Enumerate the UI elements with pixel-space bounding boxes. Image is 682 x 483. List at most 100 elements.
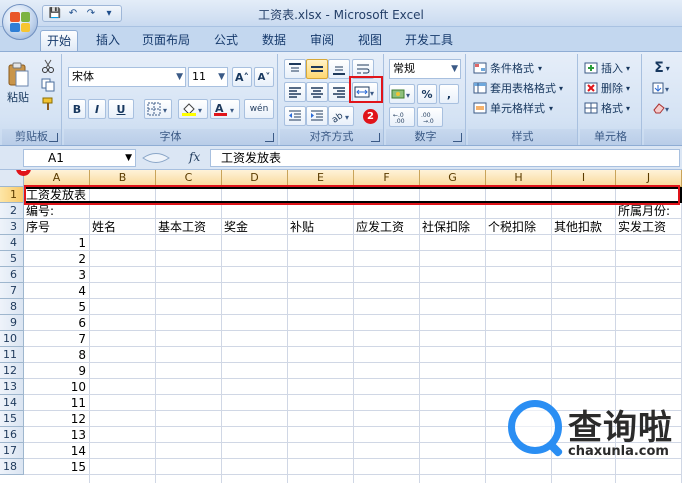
italic-button[interactable]: I	[88, 99, 106, 119]
underline-button[interactable]: U	[108, 99, 134, 119]
copy-icon[interactable]	[38, 76, 58, 93]
align-center-button[interactable]	[306, 82, 328, 102]
insert-cells-button[interactable]: 插入 ▾	[583, 58, 639, 78]
cell-header[interactable]: 基本工资	[158, 219, 221, 235]
align-bottom-button[interactable]	[328, 59, 350, 79]
row-header-13[interactable]: 13	[0, 379, 24, 395]
cell-serial[interactable]: 13	[26, 427, 89, 443]
name-box[interactable]: A1 ▼	[23, 149, 136, 167]
row-header-9[interactable]: 9	[0, 315, 24, 331]
tab-review[interactable]: 审阅	[302, 30, 342, 51]
cell-styles-button[interactable]: 单元格样式 ▾	[472, 98, 574, 118]
cell-serial[interactable]: 5	[26, 299, 89, 315]
format-cells-button[interactable]: 格式 ▾	[583, 98, 639, 118]
increase-decimal-button[interactable]: ←.0.00	[389, 107, 415, 127]
font-name-select[interactable]: 宋体 ▼	[68, 67, 186, 87]
font-color-button[interactable]: A ▾	[210, 99, 240, 119]
row-header-2[interactable]: 2	[0, 203, 24, 219]
tab-data[interactable]: 数据	[254, 30, 294, 51]
increase-indent-button[interactable]	[306, 106, 328, 126]
fill-color-button[interactable]: ▾	[178, 99, 208, 119]
cell-header[interactable]: 补贴	[290, 219, 353, 235]
insert-function-icon[interactable]: fx	[189, 150, 200, 164]
cell-a2[interactable]: 编号:	[26, 203, 89, 219]
number-launcher-icon[interactable]	[453, 133, 462, 142]
shrink-font-button[interactable]: A˅	[254, 67, 274, 87]
row-header-14[interactable]: 14	[0, 395, 24, 411]
row-header-10[interactable]: 10	[0, 331, 24, 347]
align-top-button[interactable]	[284, 59, 306, 79]
cell-serial[interactable]: 12	[26, 411, 89, 427]
row-header-8[interactable]: 8	[0, 299, 24, 315]
row-header-7[interactable]: 7	[0, 283, 24, 299]
format-as-table-button[interactable]: 套用表格格式 ▾	[472, 78, 576, 98]
row-header-11[interactable]: 11	[0, 347, 24, 363]
align-right-button[interactable]	[328, 82, 350, 102]
cell-serial[interactable]: 8	[26, 347, 89, 363]
align-middle-button[interactable]	[306, 59, 328, 79]
cut-icon[interactable]	[38, 57, 58, 74]
cell-serial[interactable]: 2	[26, 251, 89, 267]
tab-view[interactable]: 视图	[350, 30, 390, 51]
tab-insert[interactable]: 插入	[88, 30, 128, 51]
conditional-format-button[interactable]: 条件格式 ▾	[472, 58, 574, 78]
cell-serial[interactable]: 6	[26, 315, 89, 331]
cell-serial[interactable]: 4	[26, 283, 89, 299]
row-header-3[interactable]: 3	[0, 219, 24, 235]
cell-header[interactable]: 奖金	[224, 219, 287, 235]
cell-serial[interactable]: 11	[26, 395, 89, 411]
row-header-18[interactable]: 18	[0, 459, 24, 475]
cell-header[interactable]: 序号	[26, 219, 89, 235]
cell-serial[interactable]: 7	[26, 331, 89, 347]
row-header-17[interactable]: 17	[0, 443, 24, 459]
row-header-16[interactable]: 16	[0, 427, 24, 443]
formula-input[interactable]: 工资发放表	[210, 149, 680, 167]
comma-button[interactable]: ,	[439, 84, 459, 104]
clipboard-launcher-icon[interactable]	[49, 133, 58, 142]
expand-formula-icon[interactable]	[141, 149, 171, 167]
currency-button[interactable]: ▾	[389, 84, 415, 104]
bold-button[interactable]: B	[68, 99, 86, 119]
tab-page-layout[interactable]: 页面布局	[136, 30, 196, 51]
cell-header[interactable]: 个税扣除	[488, 219, 551, 235]
cell-header[interactable]: 其他扣款	[554, 219, 615, 235]
decrease-decimal-button[interactable]: .00 →.0	[417, 107, 443, 127]
cell-serial[interactable]: 15	[26, 459, 89, 475]
tab-formulas[interactable]: 公式	[206, 30, 246, 51]
number-format-select[interactable]: 常规 ▼	[389, 59, 461, 79]
percent-button[interactable]: %	[417, 84, 437, 104]
office-button[interactable]	[2, 4, 38, 40]
tab-developer[interactable]: 开发工具	[398, 30, 460, 51]
font-size-select[interactable]: 11 ▼	[188, 67, 228, 87]
clear-button[interactable]: ▾	[647, 98, 677, 118]
orientation-button[interactable]: ab ▾	[328, 106, 354, 126]
borders-button[interactable]: ▾	[144, 99, 172, 119]
cell-serial[interactable]: 9	[26, 363, 89, 379]
paste-button[interactable]: 粘贴	[4, 56, 32, 110]
cell-serial[interactable]: 14	[26, 443, 89, 459]
row-header-12[interactable]: 12	[0, 363, 24, 379]
grow-font-button[interactable]: A˄	[232, 67, 252, 87]
alignment-launcher-icon[interactable]	[371, 133, 380, 142]
cell-j2[interactable]: 所属月份:	[618, 203, 682, 219]
align-left-button[interactable]	[284, 82, 306, 102]
row-header-5[interactable]: 5	[0, 251, 24, 267]
cell-serial[interactable]: 10	[26, 379, 89, 395]
cell-serial[interactable]: 1	[26, 235, 89, 251]
cell-header[interactable]: 姓名	[92, 219, 155, 235]
phonetic-button[interactable]: wén	[244, 99, 274, 119]
row-header-1[interactable]: 1	[0, 187, 24, 203]
row-header-6[interactable]: 6	[0, 267, 24, 283]
format-painter-icon[interactable]	[38, 95, 58, 112]
fill-button[interactable]: ▾	[647, 78, 677, 98]
tab-home[interactable]: 开始	[40, 30, 78, 51]
cell-header[interactable]: 社保扣除	[422, 219, 485, 235]
decrease-indent-button[interactable]	[284, 106, 306, 126]
delete-cells-button[interactable]: 删除 ▾	[583, 78, 639, 98]
cell-header[interactable]: 应发工资	[356, 219, 419, 235]
row-header-15[interactable]: 15	[0, 411, 24, 427]
font-launcher-icon[interactable]	[265, 133, 274, 142]
cell-serial[interactable]: 3	[26, 267, 89, 283]
cell-header[interactable]: 实发工资	[618, 219, 681, 235]
row-header-4[interactable]: 4	[0, 235, 24, 251]
